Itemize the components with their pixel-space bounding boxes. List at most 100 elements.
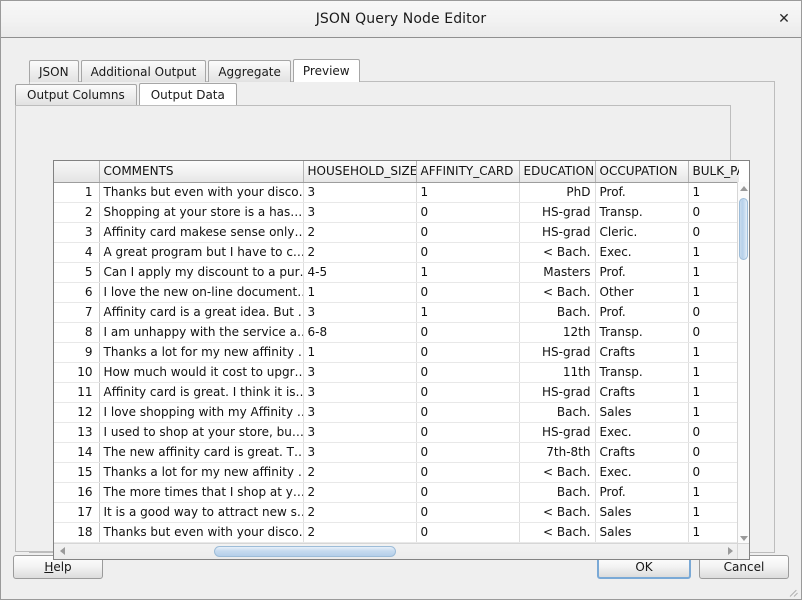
row-number-cell[interactable]: 9 [54,342,100,363]
cell-affinity_card[interactable]: 0 [416,382,520,403]
cell-occupation[interactable]: Sales [595,402,689,423]
cell-bulk_pack[interactable]: 1 [688,282,739,303]
row-number-cell[interactable]: 10 [54,362,100,383]
cell-affinity_card[interactable]: 0 [416,282,520,303]
tab-preview[interactable]: Preview [292,59,360,82]
cell-household_size[interactable]: 1 [303,342,417,363]
cell-occupation[interactable]: Sales [595,522,689,543]
cell-affinity_card[interactable]: 0 [416,322,520,343]
table-row[interactable]: 7 Affinity card is a great idea. But … 3 1 B… [54,302,739,323]
row-number-cell[interactable]: 12 [54,402,100,423]
table-row[interactable]: 5 Can I apply my discount to a pur… 4-5 1 Ma… [54,262,739,283]
table-row[interactable]: 3 Affinity card makese sense only… 2 0 HS-gr… [54,222,739,243]
cell-education[interactable]: < Bach. [519,462,596,483]
cell-bulk_pack[interactable]: 1 [688,482,739,503]
cell-comments[interactable]: I love shopping with my Affinity … [99,402,304,423]
column-header-comments[interactable]: COMMENTS [99,161,304,183]
cell-household_size[interactable]: 6-8 [303,322,417,343]
cell-bulk_pack[interactable]: 0 [688,202,739,223]
cell-education[interactable]: HS-grad [519,382,596,403]
cell-occupation[interactable]: Transp. [595,362,689,383]
cell-occupation[interactable]: Prof. [595,262,689,283]
cell-occupation[interactable]: Crafts [595,442,689,463]
cell-education[interactable]: < Bach. [519,502,596,523]
table-row[interactable]: 12 I love shopping with my Affinity … 3 0 Ba… [54,402,739,423]
cell-occupation[interactable]: Crafts [595,342,689,363]
cell-bulk_pack[interactable]: 1 [688,402,739,423]
cell-comments[interactable]: A great program but I have to c… [99,242,304,263]
cell-occupation[interactable]: Prof. [595,482,689,503]
cell-bulk_pack[interactable]: 1 [688,242,739,263]
table-vertical-scrollbar[interactable] [737,182,749,544]
scroll-right-arrow-icon[interactable] [723,544,737,558]
tab-json[interactable]: JSON [29,60,79,82]
table-row[interactable]: 2 Shopping at your store is a has… 3 0 HS-gr… [54,202,739,223]
row-number-cell[interactable]: 5 [54,262,100,283]
column-header-household-size[interactable]: HOUSEHOLD_SIZE [303,161,417,183]
cell-education[interactable]: HS-grad [519,222,596,243]
cell-comments[interactable]: I am unhappy with the service a… [99,322,304,343]
cell-comments[interactable]: The more times that I shop at y… [99,482,304,503]
cell-bulk_pack[interactable]: 0 [688,322,739,343]
cell-comments[interactable]: Thanks but even with your disco… [99,182,304,203]
cell-affinity_card[interactable]: 0 [416,462,520,483]
row-number-cell[interactable]: 17 [54,502,100,523]
table-horizontal-scrollbar[interactable] [54,543,738,559]
cell-household_size[interactable]: 3 [303,402,417,423]
cell-affinity_card[interactable]: 0 [416,502,520,523]
tab-aggregate[interactable]: Aggregate [208,60,291,82]
table-row[interactable]: 9 Thanks a lot for my new affinity … 1 0 HS-… [54,342,739,363]
cell-bulk_pack[interactable]: 1 [688,522,739,543]
cell-household_size[interactable]: 3 [303,442,417,463]
table-row[interactable]: 15 Thanks a lot for my new affinity … 2 0 < … [54,462,739,483]
scroll-up-arrow-icon[interactable] [738,182,749,194]
cell-comments[interactable]: Thanks a lot for my new affinity … [99,342,304,363]
cell-education[interactable]: < Bach. [519,282,596,303]
cell-household_size[interactable]: 2 [303,522,417,543]
table-row[interactable]: 18 Thanks but even with your disco… 2 0 < Ba… [54,522,739,543]
cell-education[interactable]: 7th-8th [519,442,596,463]
cell-affinity_card[interactable]: 0 [416,402,520,423]
cell-household_size[interactable]: 2 [303,482,417,503]
cell-education[interactable]: < Bach. [519,522,596,543]
row-number-cell[interactable]: 13 [54,422,100,443]
horizontal-scrollbar-thumb[interactable] [214,546,396,557]
cell-affinity_card[interactable]: 0 [416,242,520,263]
cell-affinity_card[interactable]: 0 [416,482,520,503]
cell-household_size[interactable]: 1 [303,282,417,303]
cell-household_size[interactable]: 2 [303,222,417,243]
cell-comments[interactable]: Thanks a lot for my new affinity … [99,462,304,483]
cell-occupation[interactable]: Prof. [595,182,689,203]
cell-household_size[interactable]: 4-5 [303,262,417,283]
cell-comments[interactable]: How much would it cost to upgr… [99,362,304,383]
row-number-cell[interactable]: 1 [54,182,100,203]
cell-education[interactable]: HS-grad [519,422,596,443]
cell-household_size[interactable]: 3 [303,362,417,383]
cell-affinity_card[interactable]: 1 [416,182,520,203]
cell-household_size[interactable]: 2 [303,502,417,523]
row-number-cell[interactable]: 6 [54,282,100,303]
cell-household_size[interactable]: 3 [303,382,417,403]
cell-household_size[interactable]: 3 [303,302,417,323]
table-row[interactable]: 17 It is a good way to attract new s… 2 0 < … [54,502,739,523]
cell-occupation[interactable]: Exec. [595,422,689,443]
cell-affinity_card[interactable]: 0 [416,442,520,463]
resize-grip[interactable] [787,585,799,597]
cell-affinity_card[interactable]: 0 [416,362,520,383]
row-number-cell[interactable]: 4 [54,242,100,263]
cell-bulk_pack[interactable]: 1 [688,182,739,203]
cell-occupation[interactable]: Sales [595,502,689,523]
column-header-rownum[interactable] [54,161,100,183]
table-row[interactable]: 4A great program but I have to c… 2 0 < Bac… [54,242,739,263]
row-number-cell[interactable]: 7 [54,302,100,323]
cell-household_size[interactable]: 2 [303,462,417,483]
cell-comments[interactable]: The new affinity card is great. T… [99,442,304,463]
cell-affinity_card[interactable]: 0 [416,342,520,363]
cell-comments[interactable]: Shopping at your store is a has… [99,202,304,223]
cell-education[interactable]: < Bach. [519,242,596,263]
cell-bulk_pack[interactable]: 1 [688,342,739,363]
cell-affinity_card[interactable]: 1 [416,302,520,323]
column-header-occupation[interactable]: OCCUPATION [595,161,689,183]
row-number-cell[interactable]: 8 [54,322,100,343]
cell-household_size[interactable]: 2 [303,242,417,263]
